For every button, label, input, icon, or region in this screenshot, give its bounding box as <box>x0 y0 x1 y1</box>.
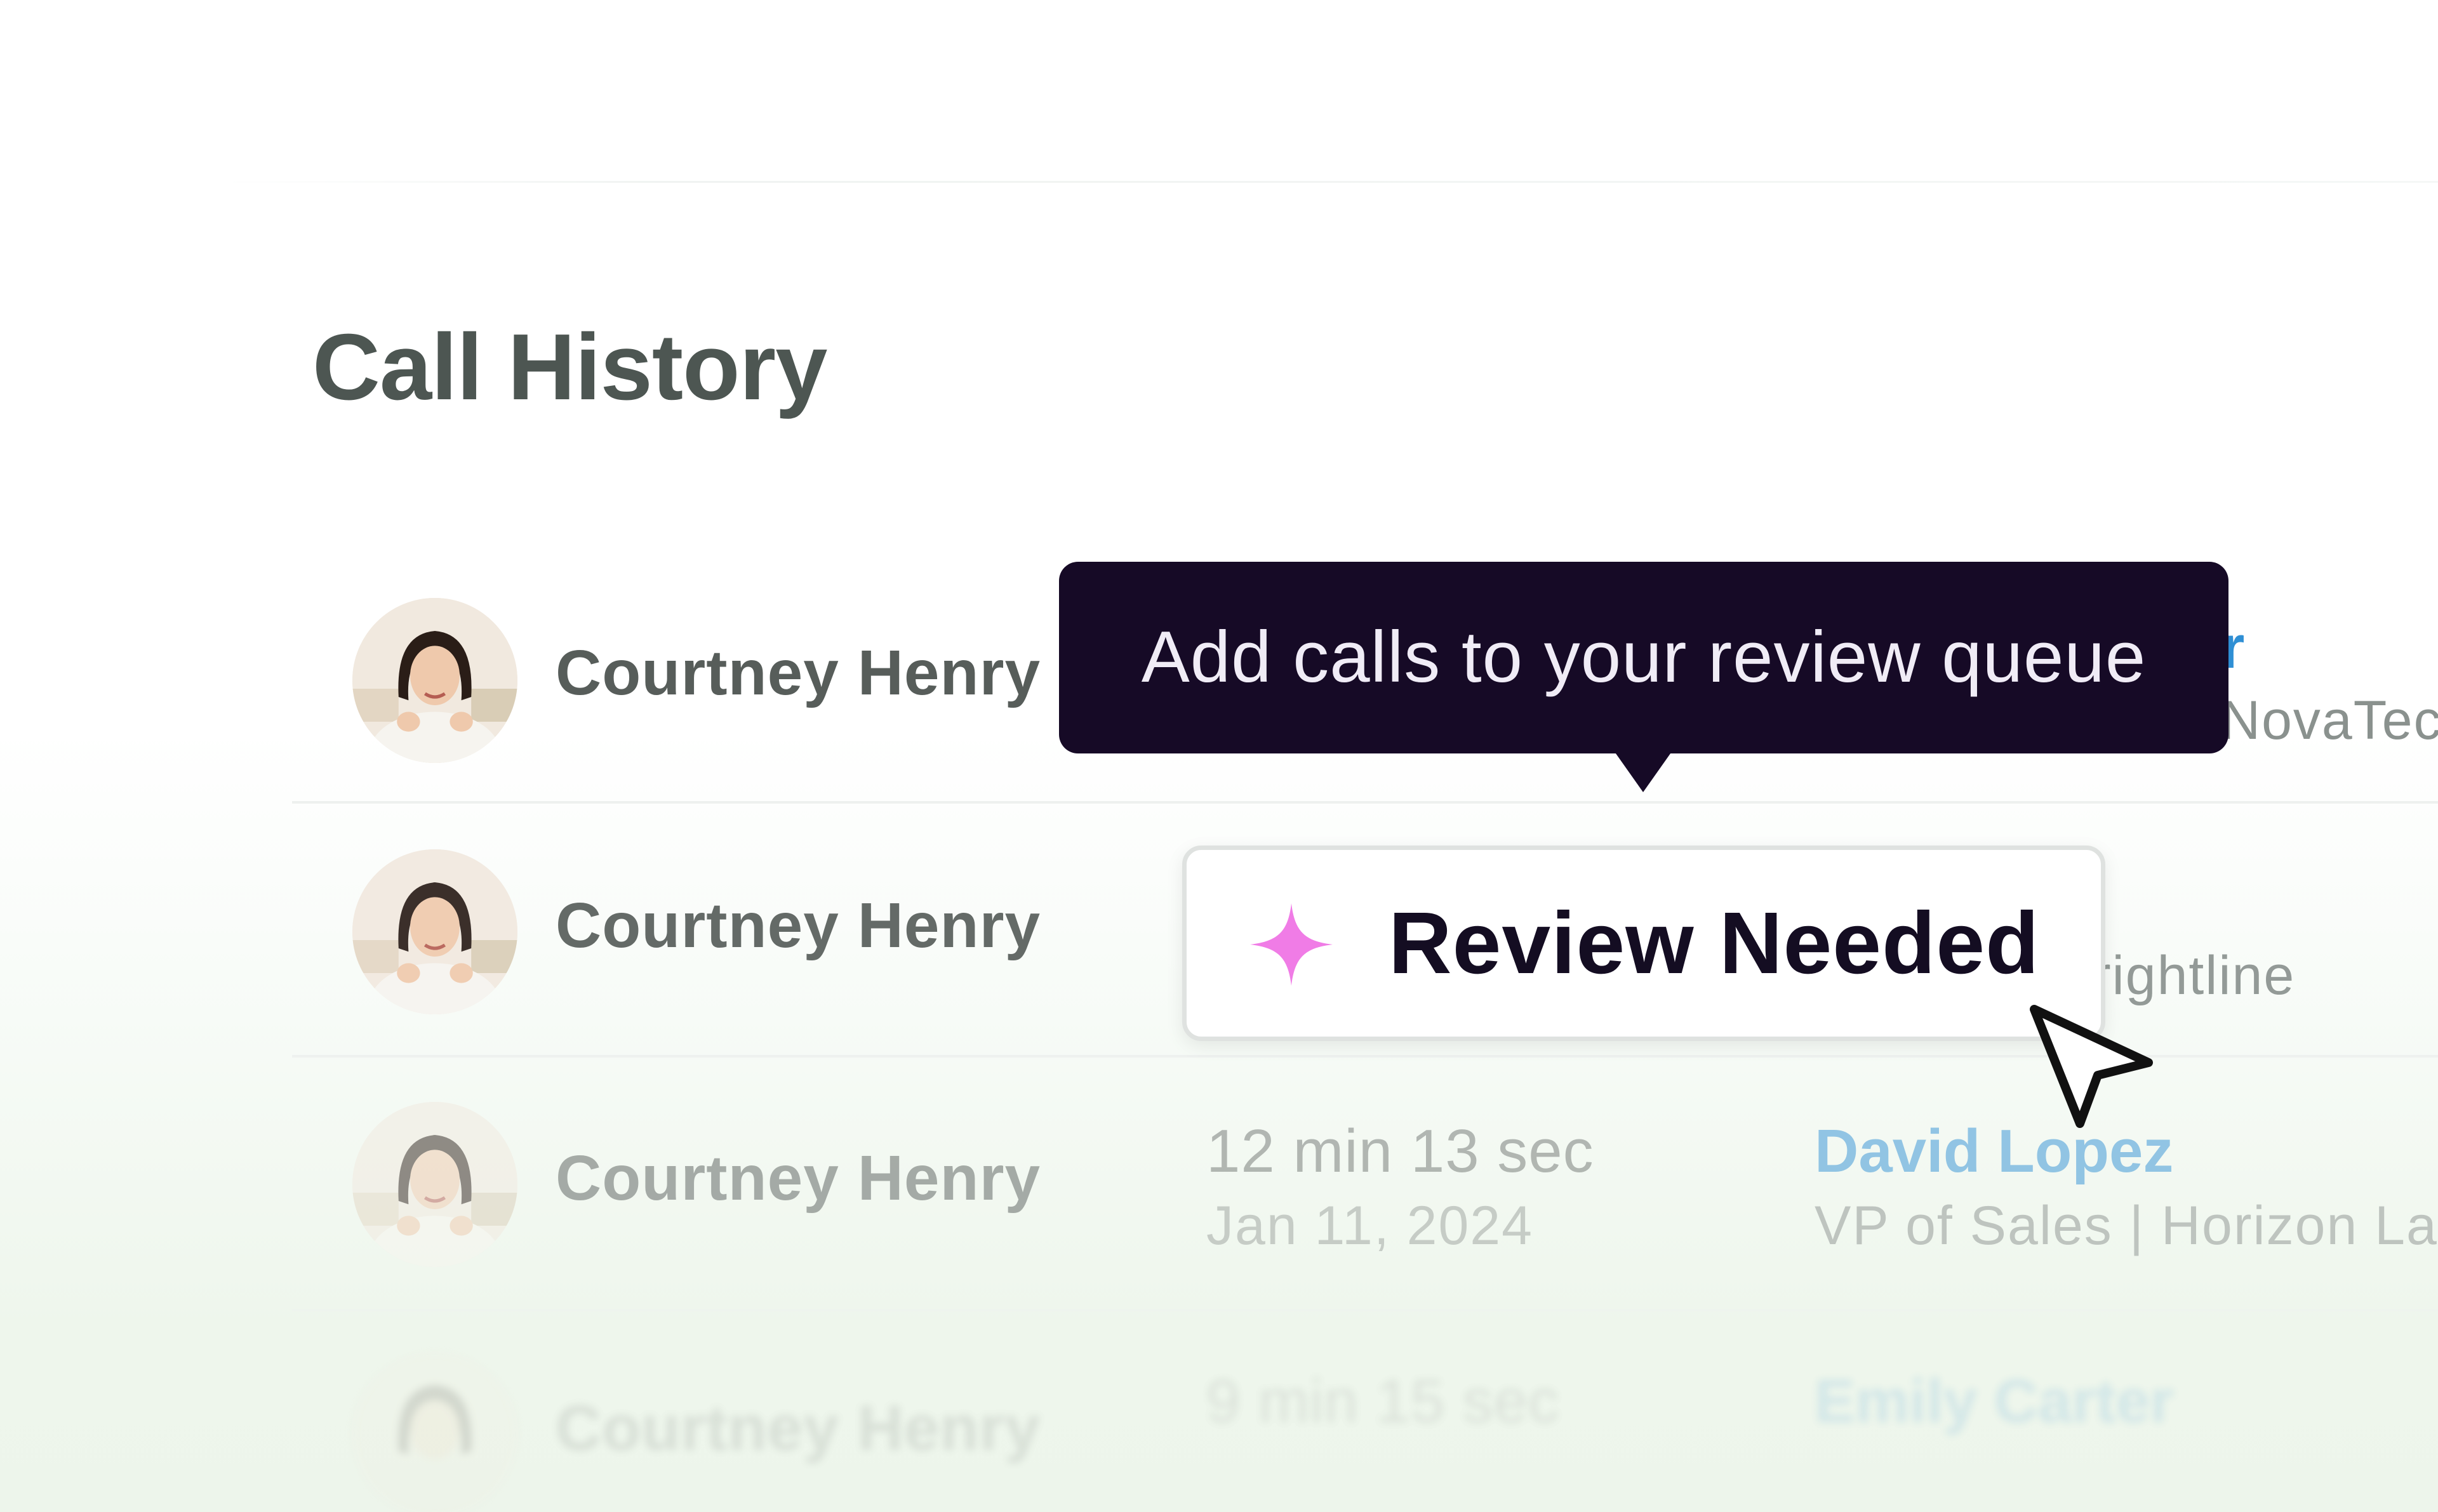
background-fade <box>0 0 2438 1512</box>
page-title: Call History <box>312 315 827 420</box>
review-needed-button[interactable]: Review Needed <box>1182 846 2105 1041</box>
row-divider <box>292 1309 2438 1311</box>
tooltip-arrow <box>1613 749 1674 792</box>
sparkle-icon <box>1250 903 1333 986</box>
row-divider <box>292 801 2438 804</box>
caller-name[interactable]: Courtney Henry <box>556 1146 1041 1210</box>
contact-title: NovaTec <box>2221 690 2438 751</box>
call-duration: 12 min 13 sec <box>1206 1117 1594 1185</box>
top-divider <box>222 181 2438 183</box>
caller-name[interactable]: Courtney Henry <box>556 641 1041 705</box>
avatar <box>352 1102 517 1267</box>
avatar-photo <box>352 598 517 763</box>
mouse-cursor-icon <box>2030 1005 2153 1128</box>
call-history-screen: Call History Courtney Henry r NovaTec Co… <box>0 0 2438 1512</box>
avatar <box>352 1352 517 1512</box>
avatar <box>352 598 517 763</box>
contact-title: rightline <box>2093 945 2296 1006</box>
call-duration: 9 min 15 sec <box>1206 1367 1560 1435</box>
avatar-photo <box>352 849 517 1014</box>
caller-name[interactable]: Courtney Henry <box>556 894 1041 957</box>
caller-name[interactable]: Courtney Henry <box>556 1396 1041 1460</box>
contact-title: VP of Sales | Horizon Lal <box>1815 1195 2438 1256</box>
call-date: Jan 11, 2024 <box>1206 1195 1533 1256</box>
contact-name-link[interactable]: Emily Carter <box>1815 1371 2174 1432</box>
avatar-photo <box>352 1102 517 1267</box>
review-queue-tooltip: Add calls to your review queue <box>1059 562 2228 753</box>
avatar <box>352 849 517 1014</box>
avatar-photo <box>352 1352 517 1512</box>
review-needed-label: Review Needed <box>1389 894 2040 992</box>
